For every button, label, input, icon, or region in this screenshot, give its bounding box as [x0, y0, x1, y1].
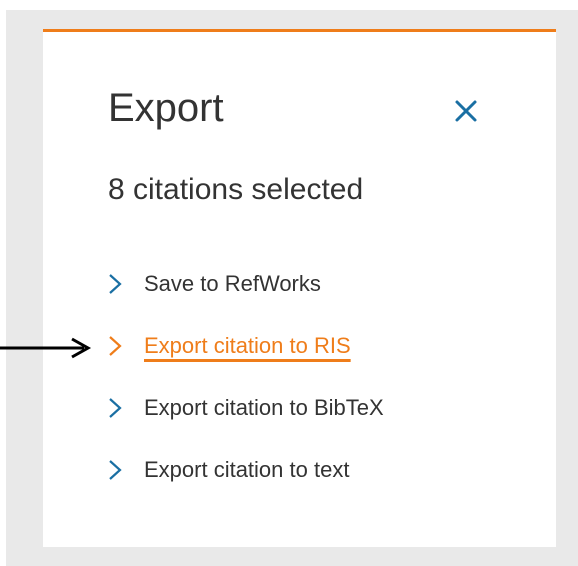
close-button[interactable] [453, 98, 479, 124]
option-label: Export citation to text [144, 457, 350, 482]
dialog-title: Export [108, 86, 224, 130]
chevron-right-icon [109, 460, 122, 480]
arrow-right-icon [0, 337, 92, 359]
option-label: Export citation to BibTeX [144, 395, 384, 420]
chevron-right-icon [109, 274, 122, 294]
chevron-right-icon [109, 398, 122, 418]
export-dialog: Export 8 citations selected Save to RefW… [43, 29, 556, 547]
close-icon [455, 100, 477, 122]
option-label: Save to RefWorks [144, 271, 321, 296]
option-label: Export citation to RIS [144, 333, 351, 358]
chevron-right-icon [109, 336, 122, 356]
selection-count: 8 citations selected [108, 173, 364, 206]
